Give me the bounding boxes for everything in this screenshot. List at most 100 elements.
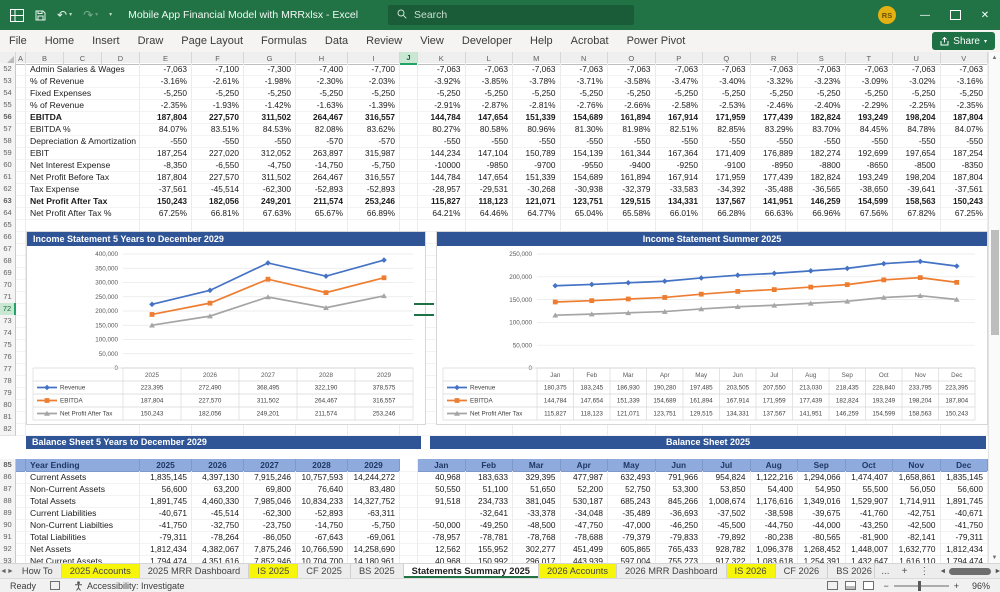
cell[interactable]: 443,939 — [561, 555, 608, 563]
cell[interactable]: 917,322 — [703, 555, 751, 563]
table-row: 87 Non-Current Assets 56,600 63,200 69,800 76… — [0, 483, 988, 496]
customize-qat-icon[interactable]: ▾ — [109, 12, 112, 18]
ribbon-tab-file[interactable]: File — [0, 30, 36, 52]
chart-plot: 0 50,000 100,000 150,000 200,000 250,000 Jan Fe… — [442, 251, 976, 421]
cell[interactable]: 10,704,700 — [296, 555, 348, 563]
minimize-button[interactable]: — — [910, 0, 940, 30]
income-statement-5yr-chart[interactable]: Income Statement 5 Years to December 202… — [26, 231, 426, 425]
ribbon-tab-formulas[interactable]: Formulas — [252, 30, 316, 52]
scroll-down-icon[interactable]: ▼ — [989, 552, 1000, 563]
cell[interactable]: 597,004 — [608, 555, 656, 563]
row-header-82[interactable]: 82 — [0, 423, 16, 436]
ribbon-tab-help[interactable]: Help — [521, 30, 562, 52]
vertical-scrollbar[interactable]: ▲ ▼ — [988, 52, 1000, 563]
sheet-tab-cf-2025[interactable]: CF 2025 — [298, 564, 351, 578]
zoom-in-button[interactable]: + — [954, 581, 959, 591]
sheet-tab-cf-2026[interactable]: CF 2026 — [776, 564, 829, 578]
cell[interactable]: 14,180,961 — [348, 555, 400, 563]
hscroll-right-icon[interactable]: ► — [994, 568, 1000, 575]
excel-app-icon[interactable] — [10, 8, 24, 22]
cell[interactable]: 1,794,474 — [140, 555, 192, 563]
table-row: 60 Net Interest Expense -8,350 -6,550 -4,750… — [0, 159, 988, 172]
ribbon-tab-draw[interactable]: Draw — [129, 30, 173, 52]
ribbon-tab-view[interactable]: View — [411, 30, 453, 52]
svg-text:2026: 2026 — [203, 372, 218, 379]
sheet-tab-2026-mrr-dashboard[interactable]: 2026 MRR Dashboard — [617, 564, 727, 578]
cell[interactable]: 1,616,110 — [893, 555, 941, 563]
tab-scroll-right-icon[interactable]: ► — [7, 564, 14, 578]
svg-text:228,840: 228,840 — [872, 385, 895, 392]
sheet-tab-is-2026[interactable]: IS 2026 — [726, 564, 776, 578]
hscroll-left-icon[interactable]: ◄ — [939, 568, 946, 575]
svg-text:316,557: 316,557 — [373, 398, 396, 405]
quick-access-toolbar: ↶ ▾ ↷ ▾ ▾ — [0, 8, 112, 22]
cell[interactable]: 7,852,946 — [244, 555, 296, 563]
ribbon-tab-review[interactable]: Review — [357, 30, 411, 52]
row-header-93[interactable]: 93 — [0, 555, 16, 563]
cell[interactable]: 1,794,474 — [941, 555, 988, 563]
tab-scroll-left-icon[interactable]: ◄ — [0, 564, 7, 578]
cell[interactable]: 4,351,616 — [192, 555, 244, 563]
cell[interactable] — [16, 423, 26, 436]
page-layout-view-icon[interactable] — [845, 581, 857, 590]
zoom-slider-thumb[interactable] — [918, 580, 922, 591]
ribbon-tab-home[interactable]: Home — [36, 30, 83, 52]
cell[interactable] — [400, 555, 418, 563]
new-sheet-button[interactable]: + — [896, 564, 914, 578]
sheet-tab-statements-summary-2025[interactable]: Statements Summary 2025 — [403, 564, 539, 578]
avatar[interactable]: RS — [878, 6, 896, 24]
sheet-tab-how-to[interactable]: How To — [14, 564, 62, 578]
horizontal-scrollbar[interactable]: ◄ ► — [939, 564, 1000, 578]
selected-cell-outline[interactable] — [414, 303, 434, 316]
save-icon[interactable] — [35, 10, 46, 21]
zoom-out-button[interactable]: − — [883, 581, 888, 591]
cell[interactable] — [16, 555, 26, 563]
scrollbar-thumb[interactable] — [991, 230, 999, 335]
undo-button[interactable]: ↶ ▾ — [57, 9, 72, 21]
ribbon-tab-page-layout[interactable]: Page Layout — [172, 30, 252, 52]
scroll-up-icon[interactable]: ▲ — [989, 52, 1000, 63]
sheet-tab-is-2025[interactable]: IS 2025 — [249, 564, 299, 578]
cell[interactable]: 1,254,391 — [798, 555, 846, 563]
maximize-button[interactable] — [940, 0, 970, 30]
normal-view-icon[interactable] — [827, 581, 839, 590]
cell[interactable]: 296,017 — [513, 555, 561, 563]
cell[interactable]: 150,992 — [466, 555, 513, 563]
ribbon-tab-acrobat[interactable]: Acrobat — [562, 30, 618, 52]
macro-record-icon[interactable] — [50, 581, 61, 590]
cell[interactable]: 755,273 — [656, 555, 703, 563]
balance-sheet-partial-row: 93 Net Current Assets 1,794,474 4,351,616 7,… — [0, 555, 988, 563]
table-row: 52 Admin Salaries & Wages -7,063 -7,100 -7,3… — [0, 63, 988, 76]
ribbon-tab-insert[interactable]: Insert — [83, 30, 129, 52]
svg-text:250,000: 250,000 — [95, 294, 118, 301]
page-break-view-icon[interactable] — [863, 581, 875, 590]
sheet-tab-2025-accounts[interactable]: 2025 Accounts — [61, 564, 140, 578]
ribbon-tab-power-pivot[interactable]: Power Pivot — [618, 30, 695, 52]
hscroll-thumb[interactable] — [949, 567, 992, 575]
sheet-tab-bs-2026[interactable]: BS 2026 — [828, 564, 876, 578]
accessibility-status[interactable]: Accessibility: Investigate — [74, 581, 185, 591]
svg-text:2028: 2028 — [319, 372, 334, 379]
svg-text:May: May — [695, 372, 708, 379]
cell[interactable]: 1,083,618 — [751, 555, 798, 563]
svg-text:253,246: 253,246 — [373, 411, 396, 418]
svg-text:Sep: Sep — [842, 372, 854, 379]
redo-button[interactable]: ↷ ▾ — [83, 9, 98, 21]
cell[interactable]: 1,432,647 — [846, 555, 893, 563]
sheet-tab-2026-accounts[interactable]: 2026 Accounts — [538, 564, 617, 578]
cell[interactable]: 40,968 — [418, 555, 466, 563]
income-statement-2025-chart[interactable]: Income Statement Summer 2025 0 50,000 100,… — [436, 231, 988, 425]
row-label[interactable]: Net Current Assets — [26, 555, 140, 563]
zoom-level[interactable]: 96% — [968, 581, 990, 591]
ribbon-tab-data[interactable]: Data — [316, 30, 357, 52]
accessibility-icon — [75, 580, 83, 591]
sheet-tab-bs-2025[interactable]: BS 2025 — [351, 564, 404, 578]
sheet-tab-2025-mrr-dashboard[interactable]: 2025 MRR Dashboard — [140, 564, 250, 578]
zoom-slider[interactable] — [893, 580, 949, 591]
close-button[interactable]: ✕ — [970, 0, 1000, 30]
share-button[interactable]: Share ▾ — [932, 32, 995, 50]
ribbon-tab-developer[interactable]: Developer — [453, 30, 521, 52]
tab-splitter-handle[interactable]: ⋮ — [913, 564, 935, 578]
more-sheets-button[interactable]: ... — [875, 564, 895, 578]
search-input[interactable]: Search — [388, 5, 634, 25]
